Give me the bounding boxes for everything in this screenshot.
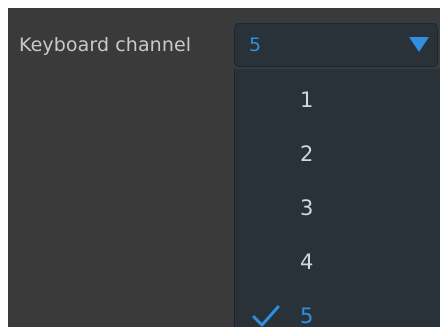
select-current-value: 5 (249, 34, 262, 56)
settings-panel: Keyboard channel 5 1 2 3 4 5 (8, 8, 440, 327)
menu-option-label: 5 (300, 304, 314, 327)
keyboard-channel-select[interactable]: 5 (234, 23, 438, 67)
checkmark-icon (252, 305, 280, 327)
menu-option-label: 3 (300, 196, 314, 220)
menu-option-label: 4 (300, 250, 314, 274)
menu-option-label: 2 (300, 142, 314, 166)
menu-option-1[interactable]: 1 (235, 73, 440, 127)
triangle-down-icon (409, 37, 429, 52)
menu-option-5[interactable]: 5 (235, 289, 440, 327)
keyboard-channel-label: Keyboard channel (19, 34, 192, 56)
menu-option-label: 1 (300, 88, 314, 112)
channel-dropdown-menu: 1 2 3 4 5 (234, 69, 440, 327)
menu-option-3[interactable]: 3 (235, 181, 440, 235)
menu-option-2[interactable]: 2 (235, 127, 440, 181)
menu-option-4[interactable]: 4 (235, 235, 440, 289)
